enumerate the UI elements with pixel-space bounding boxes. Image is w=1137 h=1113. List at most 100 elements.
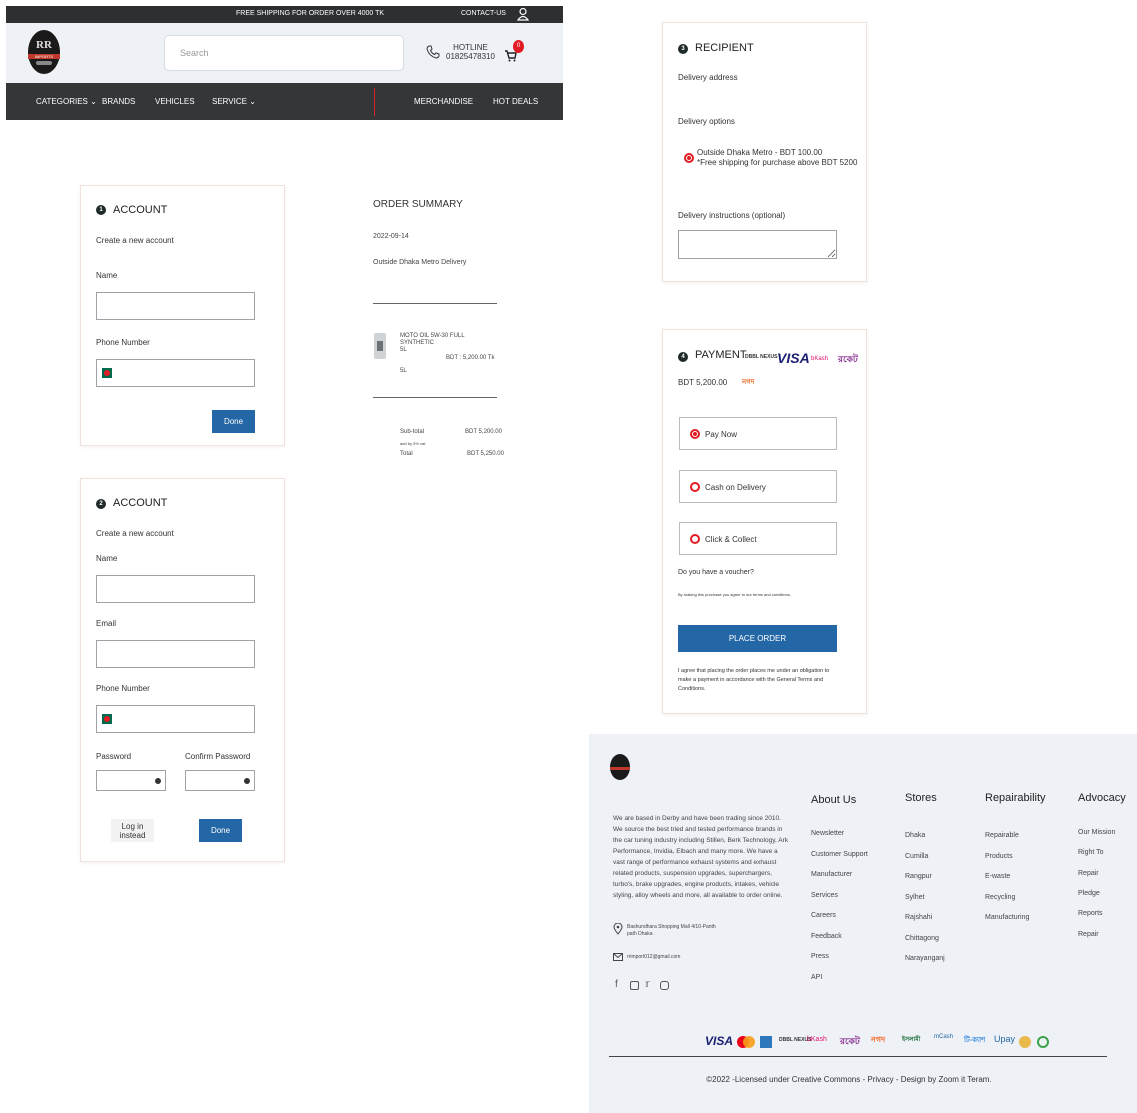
footer-link[interactable]: Press	[811, 953, 829, 960]
footer-link[interactable]: Repair	[1078, 870, 1099, 877]
footer-link[interactable]: Right To	[1078, 849, 1104, 856]
mcash-logo: mCash	[934, 1034, 954, 1040]
footer-col-title-stores: Stores	[905, 792, 937, 804]
phone-input[interactable]	[96, 705, 255, 733]
footer-link[interactable]: Careers	[811, 912, 836, 919]
nav-brands[interactable]: BRANDS	[102, 97, 135, 106]
password-label: Password	[96, 752, 132, 761]
footer-link[interactable]: Repairable	[985, 832, 1019, 839]
footer-link[interactable]: Repair	[1078, 931, 1099, 938]
footer-logo[interactable]	[610, 754, 630, 780]
hotline-number[interactable]: 01825478310	[446, 52, 495, 61]
logo-subtext: IMPORTS	[28, 54, 60, 59]
name-input[interactable]	[96, 575, 255, 603]
radio-unselected[interactable]	[690, 534, 700, 544]
chevron-down-icon: ⌄	[90, 97, 97, 106]
nav-service[interactable]: SERVICE ⌄	[212, 97, 256, 106]
footer-link[interactable]: Rangpur	[905, 873, 932, 880]
footer-link[interactable]: Products	[985, 853, 1013, 860]
footer-link[interactable]: Newsletter	[811, 830, 844, 837]
footer-link[interactable]: Pledge	[1078, 890, 1100, 897]
delivery-instructions-input[interactable]	[678, 230, 837, 259]
nav-hot-deals[interactable]: HOT DEALS	[493, 97, 538, 106]
footer-link[interactable]: Rajshahi	[905, 914, 932, 921]
about-text: We are based in Derby and have been trad…	[613, 815, 788, 899]
footer-link[interactable]: Cumilla	[905, 853, 928, 860]
phone-icon	[426, 45, 440, 59]
password-input[interactable]	[96, 770, 166, 791]
confirm-password-input[interactable]	[185, 770, 255, 791]
footer-link[interactable]: Our Mission	[1078, 829, 1115, 836]
payment-option-pay-now[interactable]: Pay Now	[679, 417, 837, 450]
phone-input[interactable]	[96, 359, 255, 387]
footer-link[interactable]: Recycling	[985, 894, 1015, 901]
bkash-logo: bKash	[811, 356, 829, 362]
product-name-line-1: MOTO OIL 5W-30 FULL	[400, 333, 465, 339]
total-value: BDT 5,250.00	[467, 451, 504, 457]
product-size: 5L	[400, 347, 407, 353]
contact-us-link[interactable]: CONTACT-US	[461, 10, 506, 17]
footer-link[interactable]: E-waste	[985, 873, 1010, 880]
copyright: ©2022 -Licensed under Creative Commons -…	[706, 1075, 992, 1084]
hotline-label: HOTLINE	[453, 43, 488, 52]
footer-link[interactable]: Services	[811, 892, 838, 899]
chevron-down-icon: ⌄	[249, 97, 256, 106]
footer-link[interactable]: Feedback	[811, 933, 842, 940]
footer-link[interactable]: Manufacturer	[811, 871, 852, 878]
voucher-link[interactable]: Do you have a voucher?	[678, 569, 754, 576]
nagad-logo: নগদ	[871, 1035, 886, 1044]
footer-link[interactable]: API	[811, 974, 822, 981]
radio-unselected[interactable]	[690, 482, 700, 492]
place-order-button[interactable]: PLACE ORDER	[678, 625, 837, 652]
footer-email[interactable]: rrimport012@gmail.com	[627, 954, 680, 961]
payment-option-cash-on-delivery[interactable]: Cash on Delivery	[679, 470, 837, 503]
log-in-instead-button[interactable]: Log in instead	[111, 819, 154, 842]
youtube-icon[interactable]	[630, 981, 639, 990]
user-icon[interactable]	[516, 7, 530, 21]
twitter-icon[interactable]: 𝕣	[645, 979, 650, 990]
order-agreement-text: I agree that placing the order places me…	[678, 668, 830, 692]
footer-link[interactable]: Reports	[1078, 910, 1103, 917]
payment-card: 4 PAYMENT DBBL NEXUS VISA bKash রকেট BDT…	[662, 329, 867, 714]
dbbl-nexus-logo: DBBL NEXUS	[745, 354, 778, 360]
product-name[interactable]: MOTO OIL 5W-30 FULL SYNTHETIC 5L	[400, 333, 465, 354]
product-thumbnail[interactable]	[374, 333, 386, 359]
footer-link[interactable]: Manufacturing	[985, 914, 1029, 921]
phone-label: Phone Number	[96, 684, 150, 693]
footer-address: Bashundhara Shopping Mall 4/10-Panth pat…	[627, 924, 716, 937]
radio-selected[interactable]	[690, 429, 700, 439]
nav-merchandise[interactable]: MERCHANDISE	[414, 97, 473, 106]
delivery-option-radio[interactable]	[684, 153, 694, 163]
search-input[interactable]	[164, 35, 404, 71]
name-input[interactable]	[96, 292, 255, 320]
nav-categories-label: CATEGORIES	[36, 97, 88, 106]
payment-option-click-collect[interactable]: Click & Collect	[679, 522, 837, 555]
done-button[interactable]: Done	[212, 410, 255, 433]
eye-icon[interactable]	[244, 778, 250, 784]
mastercard-logo	[737, 1035, 755, 1049]
nav-vehicles[interactable]: VEHICLES	[155, 97, 195, 106]
nav-categories[interactable]: CATEGORIES ⌄	[36, 97, 97, 106]
option-label: Cash on Delivery	[705, 483, 766, 492]
footer-link[interactable]: Sylhet	[905, 894, 924, 901]
footer-link[interactable]: Narayanganj	[905, 955, 945, 962]
footer-link[interactable]: Customer Support	[811, 851, 868, 858]
delivery-option[interactable]: Outside Dhaka Metro - BDT 100.00 *Free s…	[697, 148, 857, 168]
footer-link[interactable]: Dhaka	[905, 832, 925, 839]
site-logo[interactable]: RR IMPORTS	[28, 30, 60, 74]
divider	[373, 303, 497, 304]
delivery-options-label: Delivery options	[678, 117, 735, 126]
delivery-option-title: Outside Dhaka Metro - BDT 100.00	[697, 148, 823, 157]
instagram-icon[interactable]	[660, 981, 669, 990]
facebook-icon[interactable]: f	[615, 979, 618, 990]
hotline: HOTLINE 01825478310	[446, 43, 495, 61]
done-button[interactable]: Done	[199, 819, 242, 842]
eye-icon[interactable]	[155, 778, 161, 784]
amex-logo	[760, 1036, 772, 1048]
delivery-type: Outside Dhaka Metro Delivery	[373, 259, 467, 266]
delivery-address-label[interactable]: Delivery address	[678, 73, 738, 82]
rocket-logo: রকেট	[840, 1036, 860, 1046]
email-field[interactable]	[96, 640, 255, 668]
payment-amount: BDT 5,200.00	[678, 378, 728, 387]
footer-link[interactable]: Chittagong	[905, 935, 939, 942]
